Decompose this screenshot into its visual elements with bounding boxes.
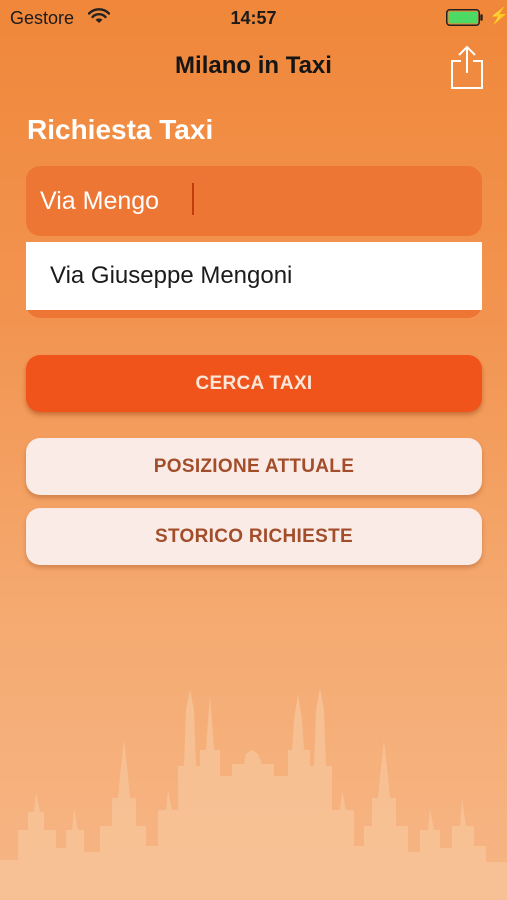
request-history-button[interactable]: STORICO RICHIESTE — [26, 508, 482, 565]
text-cursor — [192, 183, 194, 215]
clock: 14:57 — [230, 8, 277, 28]
milan-duomo-skyline — [0, 688, 507, 900]
app-title: Milano in Taxi — [175, 52, 332, 79]
section-title: Richiesta Taxi — [27, 114, 214, 145]
charging-bolt-icon: ⚡ — [489, 8, 507, 25]
share-icon[interactable] — [448, 44, 486, 90]
search-taxi-button[interactable]: CERCA TAXI — [26, 355, 482, 412]
address-input[interactable] — [40, 186, 468, 216]
address-field[interactable] — [26, 166, 482, 236]
status-bar: Gestore 14:57 ⚡ — [0, 0, 507, 36]
suggestions-dropdown: Via Giuseppe Mengoni — [26, 242, 482, 318]
battery-icon — [446, 9, 483, 26]
suggestion-item[interactable]: Via Giuseppe Mengoni — [26, 242, 482, 310]
current-position-button[interactable]: POSIZIONE ATTUALE — [26, 438, 482, 495]
